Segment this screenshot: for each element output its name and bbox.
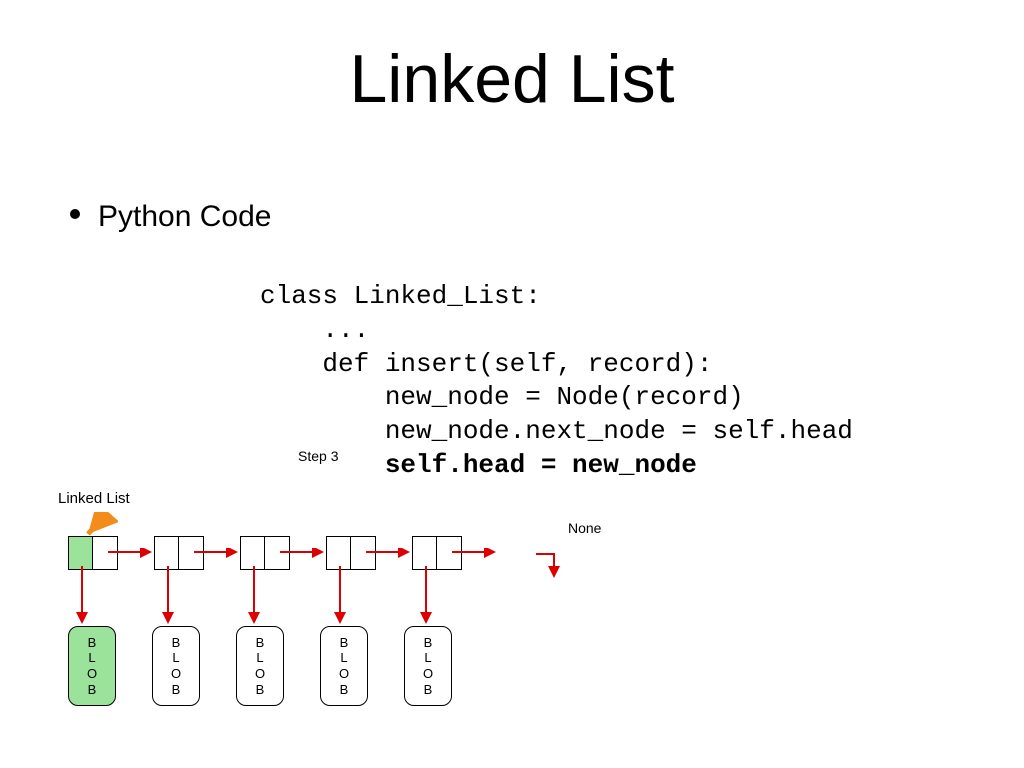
- blob-text: L: [172, 650, 179, 666]
- blob-text: O: [423, 666, 433, 682]
- bullet-line: Python Code: [70, 200, 271, 234]
- nodes-row: [68, 536, 498, 570]
- blob-text: B: [424, 635, 433, 651]
- code-line-3: def insert(self, record):: [260, 349, 712, 379]
- none-label: None: [568, 520, 601, 536]
- blob-text: B: [340, 635, 349, 651]
- blob-box: B L O B: [152, 626, 200, 706]
- connector-icon: [290, 536, 326, 570]
- blob-text: L: [256, 650, 263, 666]
- connector-icon: [118, 536, 154, 570]
- blob-text: B: [88, 682, 97, 698]
- blob-text: B: [172, 635, 181, 651]
- blob-box: B L O B: [68, 626, 116, 706]
- blob-text: B: [340, 682, 349, 698]
- bullet-dot: [70, 209, 80, 219]
- code-line-4: new_node = Node(record): [260, 382, 744, 412]
- blob-text: O: [339, 666, 349, 682]
- blob-text: O: [171, 666, 181, 682]
- code-line-5: new_node.next_node = self.head: [260, 416, 853, 446]
- step-label: Step 3: [298, 448, 338, 464]
- linked-list-label: Linked List: [58, 490, 130, 507]
- blob-text: O: [87, 666, 97, 682]
- blob-text: B: [88, 635, 97, 651]
- blob-text: B: [172, 682, 181, 698]
- slide-title: Linked List: [0, 40, 1024, 118]
- blob-text: L: [88, 650, 95, 666]
- linked-list-diagram: Step 3 Linked List: [58, 458, 618, 728]
- blob-text: L: [340, 650, 347, 666]
- blob-text: B: [256, 635, 265, 651]
- blob-text: B: [424, 682, 433, 698]
- blob-text: B: [256, 682, 265, 698]
- bullet-text: Python Code: [98, 200, 271, 233]
- blobs-row: B L O B B L O B B L O B B L O B: [68, 626, 452, 706]
- blob-box: B L O B: [404, 626, 452, 706]
- connector-icon: [204, 536, 240, 570]
- code-block: class Linked_List: ... def insert(self, …: [260, 280, 853, 483]
- blob-text: O: [255, 666, 265, 682]
- code-line-1: class Linked_List:: [260, 281, 541, 311]
- code-line-2: ...: [260, 315, 369, 345]
- connector-icon: [376, 536, 412, 570]
- blob-text: L: [424, 650, 431, 666]
- blob-box: B L O B: [320, 626, 368, 706]
- blob-box: B L O B: [236, 626, 284, 706]
- connector-icon: [462, 536, 498, 570]
